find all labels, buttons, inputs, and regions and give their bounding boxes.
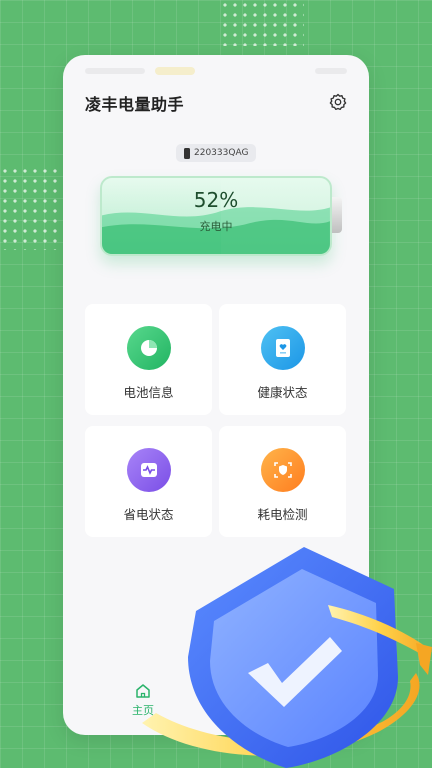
feature-label: 耗电检测 xyxy=(257,507,308,522)
feature-label: 省电状态 xyxy=(123,507,174,522)
shield-check-illustration xyxy=(142,547,432,768)
clipboard-heart-icon xyxy=(260,326,305,370)
status-indicator xyxy=(155,67,195,75)
feature-battery-info[interactable]: 电池信息 xyxy=(85,304,212,415)
status-time xyxy=(85,68,145,74)
charging-status: 充电中 xyxy=(199,220,233,233)
decor-dots xyxy=(0,166,60,250)
feature-health-status[interactable]: 健康状态 xyxy=(219,304,346,415)
device-model: 220333QAG xyxy=(194,148,249,158)
battery-percent: 52% xyxy=(193,188,239,212)
decor-dots xyxy=(220,0,304,46)
pulse-icon xyxy=(126,448,171,492)
feature-label: 健康状态 xyxy=(257,385,308,400)
battery-cap xyxy=(332,197,342,233)
battery-gauge: 52% 充电中 xyxy=(100,176,332,256)
status-bar xyxy=(63,55,369,85)
phone-icon xyxy=(184,147,190,159)
device-model-chip: 220333QAG xyxy=(176,144,256,162)
feature-label: 电池信息 xyxy=(123,385,174,400)
pie-chart-icon xyxy=(126,326,171,370)
feature-power-detection[interactable]: 耗电检测 xyxy=(219,426,346,537)
scan-shield-icon xyxy=(260,448,305,492)
gear-icon[interactable] xyxy=(329,93,347,111)
status-battery xyxy=(315,68,347,74)
app-title: 凌丰电量助手 xyxy=(85,95,185,114)
feature-power-saving[interactable]: 省电状态 xyxy=(85,426,212,537)
